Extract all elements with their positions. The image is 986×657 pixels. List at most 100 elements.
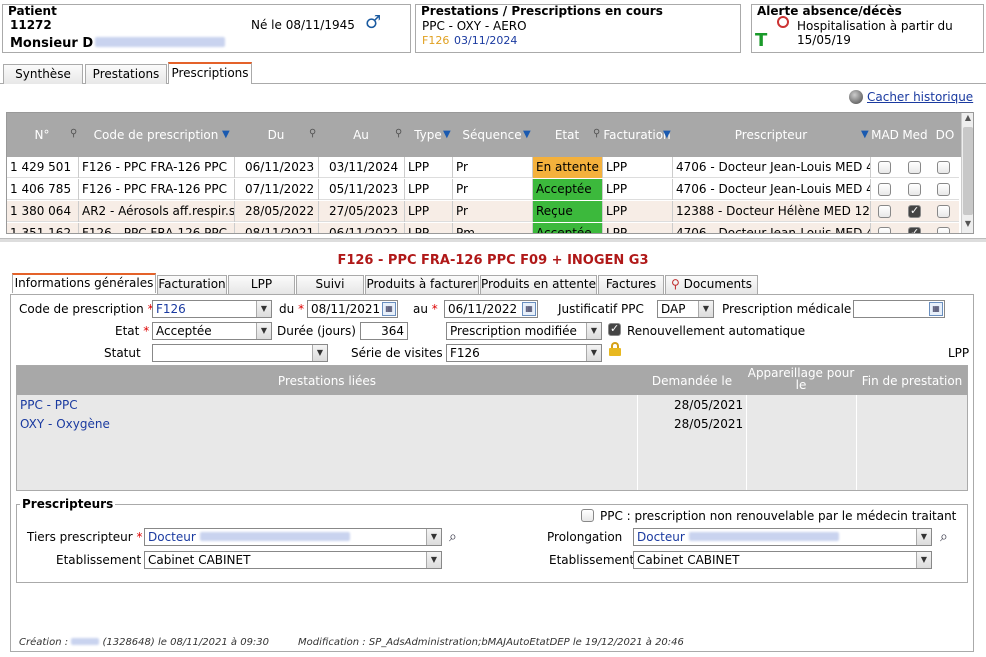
- tiers-prescripteur-select[interactable]: Docteur ▼: [144, 528, 442, 546]
- prescriptions-box-title: Prestations / Prescriptions en cours: [421, 4, 663, 18]
- prolongation-select[interactable]: Docteur ▼: [633, 528, 932, 546]
- paperclip-icon: ⚲: [670, 277, 680, 291]
- tab-documents[interactable]: ⚲ Documents: [665, 275, 758, 294]
- tab-prescriptions[interactable]: Prescriptions: [168, 62, 252, 84]
- cell-etat: Acceptée: [533, 223, 603, 233]
- tab-produits-en-attente[interactable]: Produits en attente: [480, 275, 597, 294]
- scroll-up-icon[interactable]: ▲: [962, 113, 973, 125]
- tab-facturation[interactable]: Facturation: [157, 275, 227, 294]
- cell-num: 1 380 064: [7, 201, 79, 222]
- justificatif-select[interactable]: DAP ▼: [657, 300, 714, 318]
- do-checkbox[interactable]: [937, 161, 950, 174]
- table-row[interactable]: 1 351 162 F126 - PPC FRA-126 PPC 08/11/2…: [7, 223, 959, 233]
- search-icon[interactable]: ⚲: [593, 128, 600, 139]
- hide-history-link[interactable]: Cacher historique: [867, 90, 973, 104]
- med-checkbox[interactable]: [908, 226, 921, 233]
- scroll-thumb[interactable]: [963, 127, 973, 215]
- col-du[interactable]: Du: [235, 113, 317, 157]
- col-med[interactable]: Med: [901, 113, 929, 157]
- binoculars-icon[interactable]: ⌕: [449, 529, 457, 545]
- tab-synthese[interactable]: Synthèse: [3, 64, 83, 84]
- col-prestations-liees[interactable]: Prestations liées: [17, 374, 637, 388]
- etat-select[interactable]: Acceptée ▼: [152, 322, 272, 340]
- tab-prestations[interactable]: Prestations: [85, 64, 167, 84]
- search-icon[interactable]: ⚲: [309, 128, 316, 139]
- etablissement-select[interactable]: Cabinet CABINET ▼: [144, 551, 442, 569]
- renouvellement-checkbox[interactable]: [608, 322, 621, 336]
- etablissement-2-select[interactable]: Cabinet CABINET ▼: [633, 551, 932, 569]
- mad-checkbox[interactable]: [878, 205, 891, 218]
- table-row[interactable]: 1 429 501 F126 - PPC FRA-126 PPC 06/11/2…: [7, 157, 959, 178]
- tab-informations-generales[interactable]: Informations générales: [12, 273, 156, 293]
- alert-title: Alerte absence/décès: [757, 4, 902, 18]
- tab-suivi[interactable]: Suivi: [296, 275, 364, 294]
- do-checkbox[interactable]: [937, 205, 950, 218]
- filter-icon[interactable]: ▼: [443, 129, 451, 140]
- grid-scrollbar[interactable]: ▲ ▼: [961, 113, 973, 233]
- calendar-icon[interactable]: ▦: [382, 302, 396, 316]
- filter-icon[interactable]: ▼: [861, 129, 869, 140]
- do-checkbox[interactable]: [937, 183, 950, 196]
- calendar-icon[interactable]: ▦: [929, 302, 943, 316]
- tab-lpp[interactable]: LPP: [228, 275, 295, 294]
- cell-au: 06/11/2022: [319, 223, 405, 233]
- prescriptions-grid: N° Code de prescription Du Au Type Séque…: [6, 112, 974, 234]
- cell-sequence: Pr: [453, 201, 533, 222]
- list-item[interactable]: OXY - Oxygène 28/05/2021: [20, 417, 965, 435]
- code-prescription-select[interactable]: F126 ▼: [152, 300, 272, 318]
- male-symbol-icon: ♂: [365, 12, 382, 33]
- med-checkbox[interactable]: [908, 183, 921, 196]
- cell-code: AR2 - Aérosols aff.respir.s: [79, 201, 235, 222]
- col-demandee-le[interactable]: Demandée le: [639, 374, 745, 388]
- col-au[interactable]: Au: [319, 113, 403, 157]
- med-checkbox[interactable]: [908, 161, 921, 174]
- col-num[interactable]: N°: [7, 113, 77, 157]
- med-checkbox[interactable]: [908, 204, 921, 218]
- filter-icon[interactable]: ▼: [523, 129, 531, 140]
- duree-input[interactable]: 364: [360, 322, 408, 340]
- list-item[interactable]: PPC - PPC 28/05/2021: [20, 398, 965, 416]
- col-code[interactable]: Code de prescription: [79, 113, 233, 157]
- alert-box: Alerte absence/décès T Hospitalisation à…: [751, 4, 984, 53]
- col-sequence[interactable]: Séquence: [453, 113, 531, 157]
- mad-checkbox[interactable]: [878, 227, 891, 233]
- cell-prescripteur: 4706 - Docteur Jean-Louis MED 47: [673, 157, 871, 178]
- calendar-icon[interactable]: ▦: [522, 302, 536, 316]
- cell-prescripteur: 4706 - Docteur Jean-Louis MED 47: [673, 223, 871, 233]
- filter-icon[interactable]: ▼: [222, 129, 230, 140]
- col-facturation[interactable]: Facturation: [603, 113, 671, 157]
- col-etat[interactable]: Etat: [533, 113, 601, 157]
- col-do[interactable]: DO: [931, 113, 959, 157]
- cell-sequence: Pm: [453, 223, 533, 233]
- lpp-label: LPP: [948, 346, 970, 360]
- du-date-input[interactable]: 08/11/2021 ▦: [307, 300, 398, 318]
- binoculars-icon[interactable]: ⌕: [940, 529, 948, 545]
- non-renouvelable-checkbox[interactable]: [581, 509, 594, 522]
- au-date-input[interactable]: 06/11/2022 ▦: [444, 300, 538, 318]
- col-fin-prestation[interactable]: Fin de prestation: [857, 374, 967, 388]
- do-checkbox[interactable]: [937, 227, 950, 233]
- table-row[interactable]: 1 406 785 F126 - PPC FRA-126 PPC 07/11/2…: [7, 179, 959, 200]
- green-t-icon: T: [755, 30, 768, 51]
- table-row[interactable]: 1 380 064 AR2 - Aérosols aff.respir.s 28…: [7, 201, 959, 222]
- prescription-medicale-input[interactable]: ▦: [853, 300, 945, 318]
- scroll-down-icon[interactable]: ▼: [962, 219, 973, 231]
- history-toggle-icon[interactable]: [849, 90, 863, 104]
- cell-du: 08/11/2021: [235, 223, 319, 233]
- tab-factures[interactable]: Factures: [598, 275, 664, 294]
- cell-type: LPP: [405, 223, 453, 233]
- serie-visites-select[interactable]: F126 ▼: [446, 344, 602, 362]
- col-appareillage[interactable]: Appareillage pour le: [747, 367, 855, 391]
- col-prescripteur[interactable]: Prescripteur: [673, 113, 869, 157]
- splitter[interactable]: [0, 238, 986, 242]
- tab-produits-a-facturer[interactable]: Produits à facturer: [365, 275, 479, 294]
- mad-checkbox[interactable]: [878, 183, 891, 196]
- mad-checkbox[interactable]: [878, 161, 891, 174]
- search-icon[interactable]: ⚲: [395, 128, 402, 139]
- filter-icon[interactable]: ▼: [663, 129, 671, 140]
- modification-select[interactable]: Prescription modifiée ▼: [446, 322, 602, 340]
- search-icon[interactable]: ⚲: [70, 128, 77, 139]
- creation-info: Création : (1328648) le 08/11/2021 à 09:…: [19, 637, 270, 648]
- col-mad[interactable]: MAD: [871, 113, 899, 157]
- statut-select[interactable]: ▼: [152, 344, 328, 362]
